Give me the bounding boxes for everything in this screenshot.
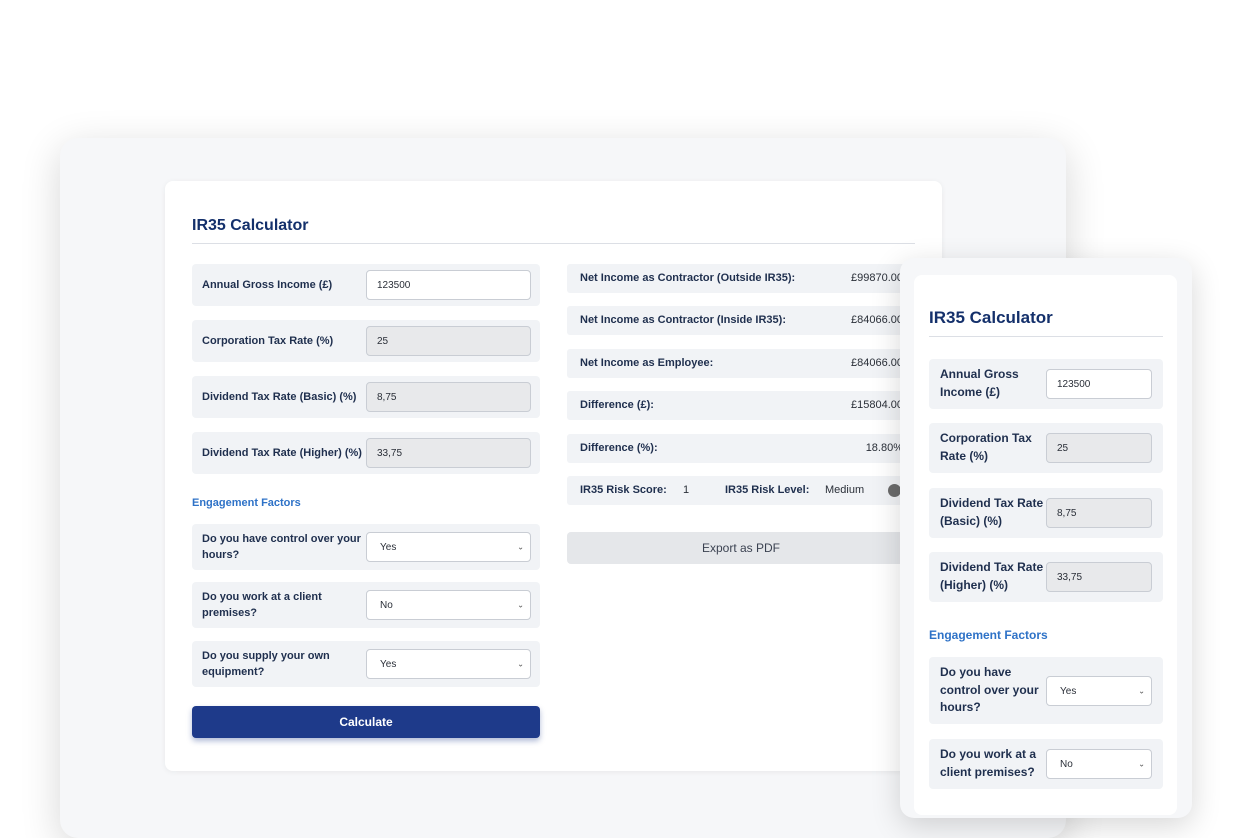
own-equipment-label: Do you supply your own equipment? — [202, 648, 330, 680]
mobile-dividend-higher-label-line1: Dividend Tax Rate — [940, 560, 1044, 574]
mobile-annual-income-label-line1: Annual Gross — [940, 367, 1019, 381]
mobile-control-hours-select-value: Yes — [1060, 685, 1077, 697]
chevron-down-icon: ⌄ — [517, 600, 524, 610]
mobile-engagement-factors-heading: Engagement Factors — [929, 628, 1048, 642]
dividend-basic-label: Dividend Tax Rate (Basic) (%) — [202, 391, 357, 403]
own-equipment-label-line1: Do you supply your own — [202, 650, 330, 662]
control-hours-label-line1: Do you have control over your — [202, 533, 361, 545]
mobile-dividend-basic-label-line1: Dividend Tax Rate — [940, 496, 1044, 510]
mobile-control-hours-label-line3: hours? — [940, 700, 981, 714]
mobile-dividend-basic-label: Dividend Tax Rate (Basic) (%) — [940, 495, 1043, 530]
export-pdf-button[interactable]: Export as PDF — [567, 532, 915, 564]
risk-score-value: 1 — [683, 484, 690, 496]
client-premises-label: Do you work at a client premises? — [202, 589, 322, 621]
result-label: Net Income as Employee: — [580, 357, 714, 369]
own-equipment-select[interactable]: Yes ⌄ — [366, 649, 531, 679]
client-premises-label-line2: premises? — [202, 607, 258, 619]
mobile-corporation-tax-input: 25 — [1046, 433, 1152, 463]
chevron-down-icon: ⌄ — [1138, 759, 1145, 769]
own-equipment-label-line2: equipment? — [202, 666, 265, 678]
control-hours-select-value: Yes — [380, 541, 397, 553]
result-row-difference-gbp: Difference (£): £15804.00 — [567, 391, 907, 420]
dividend-higher-label: Dividend Tax Rate (Higher) (%) — [202, 447, 362, 459]
chevron-down-icon: ⌄ — [517, 542, 524, 552]
result-value: £84066.00 — [851, 357, 903, 369]
mobile-corporation-tax-label-line2: Rate (%) — [940, 448, 989, 463]
result-row-outside-ir35: Net Income as Contractor (Outside IR35):… — [567, 264, 907, 293]
corporation-tax-label: Corporation Tax Rate (%) — [202, 335, 334, 347]
result-value: £84066.00 — [851, 314, 903, 326]
title-divider — [192, 243, 915, 244]
control-hours-label: Do you have control over your hours? — [202, 531, 361, 563]
mobile-client-premises-label-line2: client premises? — [940, 764, 1035, 779]
mobile-control-hours-select[interactable]: Yes ⌄ — [1046, 676, 1152, 706]
own-equipment-select-value: Yes — [380, 658, 397, 670]
mobile-page-title: IR35 Calculator — [929, 308, 1053, 327]
mobile-dividend-basic-input: 8,75 — [1046, 498, 1152, 528]
engagement-factors-heading: Engagement Factors — [192, 497, 301, 509]
risk-row: IR35 Risk Score: 1 IR35 Risk Level: Medi… — [567, 476, 907, 505]
page-title: IR35 Calculator — [192, 217, 309, 234]
annual-income-label: Annual Gross Income (£) — [202, 279, 333, 291]
mobile-calculator-card — [914, 275, 1177, 815]
client-premises-select[interactable]: No ⌄ — [366, 590, 531, 620]
mobile-dividend-basic-label-line2: (Basic) (%) — [940, 513, 1003, 528]
mobile-control-hours-label-line1: Do you have — [940, 665, 1012, 679]
mobile-corporation-tax-label-line1: Corporation Tax — [940, 431, 1032, 445]
dividend-higher-input: 33,75 — [366, 438, 531, 468]
risk-level-label: IR35 Risk Level: — [725, 484, 810, 496]
result-row-employee: Net Income as Employee: £84066.00 — [567, 349, 907, 378]
mobile-client-premises-label-line1: Do you work at a — [940, 747, 1037, 761]
mobile-annual-income-label-line2: Income (£) — [940, 384, 1001, 399]
result-value: 18.80% — [865, 442, 903, 454]
mobile-client-premises-select[interactable]: No ⌄ — [1046, 749, 1152, 779]
mobile-title-divider — [929, 336, 1163, 337]
client-premises-select-value: No — [380, 599, 393, 611]
mobile-annual-income-label: Annual Gross Income (£) — [940, 366, 1019, 401]
mobile-annual-income-input[interactable]: 123500 — [1046, 369, 1152, 399]
result-value: £15804.00 — [851, 399, 903, 411]
mobile-dividend-higher-input: 33,75 — [1046, 562, 1152, 592]
client-premises-label-line1: Do you work at a client — [202, 591, 322, 603]
result-row-difference-pct: Difference (%): 18.80% — [567, 434, 907, 463]
dividend-basic-input: 8,75 — [366, 382, 531, 412]
result-label: Difference (£): — [580, 399, 654, 411]
result-label: Net Income as Contractor (Inside IR35): — [580, 314, 786, 326]
result-value: £99870.00 — [851, 272, 903, 284]
annual-income-input[interactable]: 123500 — [366, 270, 531, 300]
mobile-client-premises-label: Do you work at a client premises? — [940, 746, 1036, 781]
result-row-inside-ir35: Net Income as Contractor (Inside IR35): … — [567, 306, 907, 335]
control-hours-label-line2: hours? — [202, 549, 240, 561]
control-hours-select[interactable]: Yes ⌄ — [366, 532, 531, 562]
corporation-tax-input: 25 — [366, 326, 531, 356]
mobile-control-hours-label-line2: control over your — [940, 682, 1039, 697]
mobile-control-hours-label: Do you have control over your hours? — [940, 664, 1039, 717]
result-label: Difference (%): — [580, 442, 658, 454]
calculate-button[interactable]: Calculate — [192, 706, 540, 738]
mobile-client-premises-select-value: No — [1060, 758, 1073, 770]
chevron-down-icon: ⌄ — [517, 659, 524, 669]
chevron-down-icon: ⌄ — [1138, 686, 1145, 696]
mobile-corporation-tax-label: Corporation Tax Rate (%) — [940, 430, 1032, 465]
risk-score-label: IR35 Risk Score: — [580, 484, 667, 496]
mobile-dividend-higher-label: Dividend Tax Rate (Higher) (%) — [940, 559, 1043, 594]
risk-level-value: Medium — [825, 484, 865, 496]
mobile-dividend-higher-label-line2: (Higher) (%) — [940, 577, 1008, 592]
result-label: Net Income as Contractor (Outside IR35): — [580, 272, 796, 284]
